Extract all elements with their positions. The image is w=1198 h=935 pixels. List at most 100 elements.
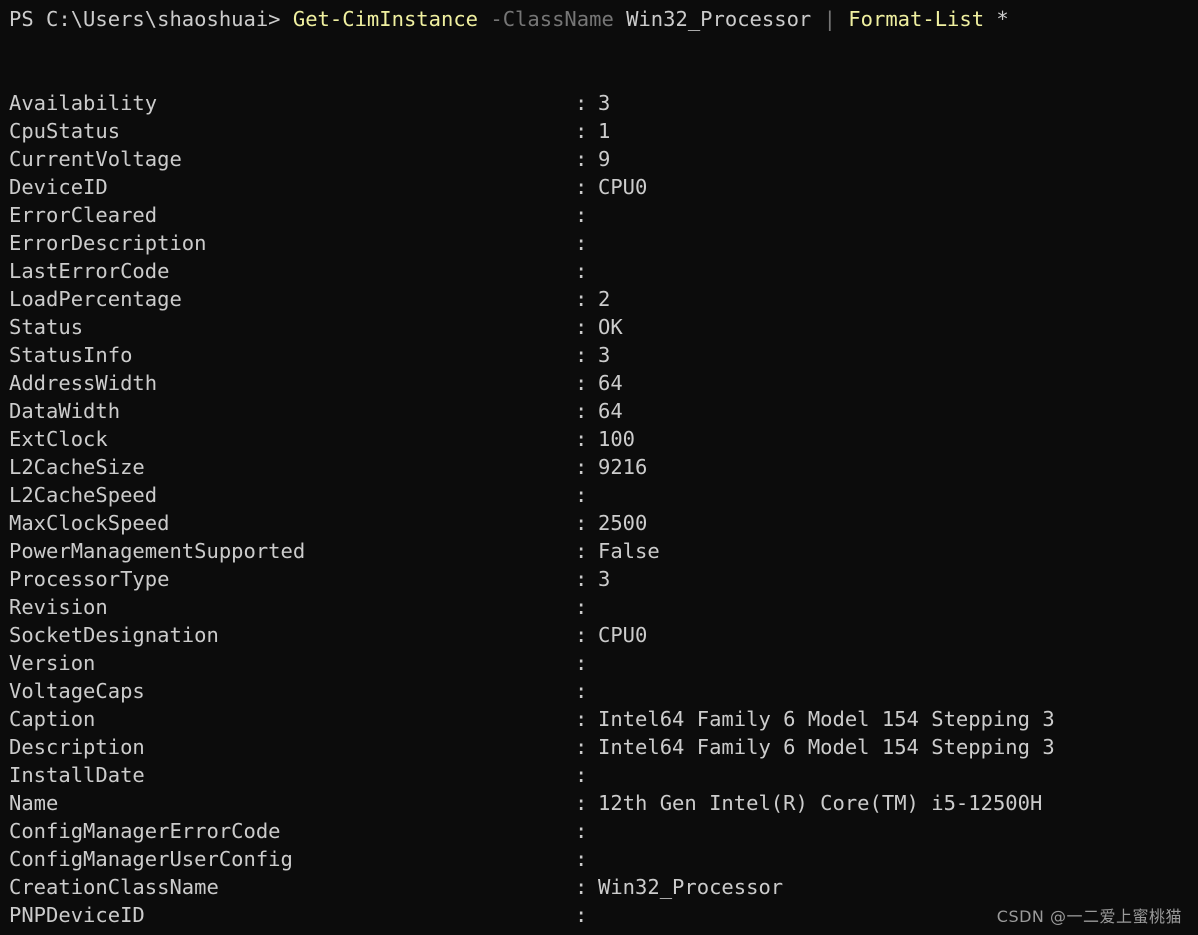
property-separator: : (575, 147, 588, 171)
property-row: ExtClock:100 (9, 425, 1198, 453)
property-name: SocketDesignation (9, 623, 219, 647)
prompt-space-5 (984, 7, 996, 31)
property-value: OK (598, 315, 623, 339)
property-name: LastErrorCode (9, 259, 170, 283)
property-value: 1 (598, 119, 611, 143)
property-separator: : (575, 91, 588, 115)
property-name: L2CacheSpeed (9, 483, 158, 507)
property-value: Intel64 Family 6 Model 154 Stepping 3 (598, 735, 1055, 759)
property-separator: : (575, 427, 588, 451)
property-name: ProcessorType (9, 567, 170, 591)
property-row: InstallDate: (9, 761, 1198, 789)
property-separator: : (575, 483, 588, 507)
property-separator: : (575, 175, 588, 199)
property-value: 2 (598, 287, 611, 311)
property-value: Intel64 Family 6 Model 154 Stepping 3 (598, 707, 1055, 731)
property-separator: : (575, 595, 588, 619)
property-row: LoadPercentage:2 (9, 285, 1198, 313)
property-row: Name:12th Gen Intel(R) Core(TM) i5-12500… (9, 789, 1198, 817)
property-name: MaxClockSpeed (9, 511, 170, 535)
property-separator: : (575, 567, 588, 591)
property-name: Availability (9, 91, 158, 115)
terminal-screen[interactable]: PS C:\Users\shaoshuai> Get-CimInstance -… (9, 5, 1198, 935)
property-row: DeviceID: CPU0 (9, 173, 1198, 201)
command-format-list: Format-List (848, 7, 985, 31)
property-row: DataWidth:64 (9, 397, 1198, 425)
property-separator: : (575, 539, 588, 563)
prompt-space-3 (811, 7, 823, 31)
prompt-space-1 (478, 7, 490, 31)
property-name: AddressWidth (9, 371, 158, 395)
property-value: Win32_Processor (598, 875, 784, 899)
property-name: Revision (9, 595, 108, 619)
property-separator: : (575, 119, 588, 143)
property-separator: : (575, 707, 588, 731)
property-separator: : (575, 511, 588, 535)
property-name: ErrorCleared (9, 203, 158, 227)
property-name: StatusInfo (9, 343, 133, 367)
property-separator: : (575, 455, 588, 479)
property-name: ErrorDescription (9, 231, 207, 255)
property-name: ExtClock (9, 427, 108, 451)
property-separator: : (575, 371, 588, 395)
property-row: ConfigManagerUserConfig: (9, 845, 1198, 873)
property-row: LastErrorCode: (9, 257, 1198, 285)
property-row: CurrentVoltage:9 (9, 145, 1198, 173)
property-separator: : (575, 735, 588, 759)
parameter-classname: -ClassName (490, 7, 614, 31)
property-value: 3 (598, 343, 611, 367)
csdn-watermark: CSDN @一二爱上蜜桃猫 (996, 907, 1182, 926)
property-row: Description: Intel64 Family 6 Model 154 S… (9, 733, 1198, 761)
property-separator: : (575, 791, 588, 815)
property-row: L2CacheSpeed: (9, 481, 1198, 509)
property-name: DataWidth (9, 399, 121, 423)
property-separator: : (575, 259, 588, 283)
prompt-prefix: PS C:\Users\shaoshuai> (9, 7, 293, 31)
property-value: CPU0 (598, 175, 648, 199)
prompt-space-4 (836, 7, 848, 31)
property-row: SocketDesignation: CPU0 (9, 621, 1198, 649)
property-separator: : (575, 651, 588, 675)
property-row: Caption: Intel64 Family 6 Model 154 Stepp… (9, 705, 1198, 733)
property-name: ConfigManagerErrorCode (9, 819, 281, 843)
property-separator: : (575, 399, 588, 423)
property-separator: : (575, 903, 588, 927)
property-row: Status: OK (9, 313, 1198, 341)
property-row: MaxClockSpeed:2500 (9, 509, 1198, 537)
property-row: AddressWidth:64 (9, 369, 1198, 397)
property-separator: : (575, 847, 588, 871)
property-separator: : (575, 875, 588, 899)
property-value: False (598, 539, 660, 563)
property-name: Description (9, 735, 145, 759)
property-value: 2500 (598, 511, 648, 535)
property-name: ConfigManagerUserConfig (9, 847, 293, 871)
powershell-terminal-window[interactable]: PS C:\Users\shaoshuai> Get-CimInstance -… (0, 0, 1198, 935)
property-name: Status (9, 315, 84, 339)
property-separator: : (575, 343, 588, 367)
property-value: 64 (598, 371, 623, 395)
property-separator: : (575, 315, 588, 339)
property-row: CreationClassName: Win32_Processor (9, 873, 1198, 901)
property-name: PowerManagementSupported (9, 539, 306, 563)
command-prompt-line[interactable]: PS C:\Users\shaoshuai> Get-CimInstance -… (9, 5, 1198, 33)
property-separator: : (575, 203, 588, 227)
property-row: Revision: (9, 593, 1198, 621)
argument-win32-processor: Win32_Processor (626, 7, 812, 31)
property-row: ErrorDescription: (9, 229, 1198, 257)
property-value: 9 (598, 147, 611, 171)
property-separator: : (575, 231, 588, 255)
property-row: ErrorCleared: (9, 201, 1198, 229)
property-list: Availability:3 CpuStatus:1 CurrentVoltage:… (9, 89, 1198, 929)
property-row: StatusInfo:3 (9, 341, 1198, 369)
property-separator: : (575, 287, 588, 311)
property-row: VoltageCaps: (9, 677, 1198, 705)
property-value: CPU0 (598, 623, 648, 647)
prompt-space-2 (614, 7, 626, 31)
argument-wildcard: * (996, 7, 1009, 31)
property-name: PNPDeviceID (9, 903, 145, 927)
property-row: ConfigManagerErrorCode: (9, 817, 1198, 845)
command-get-ciminstance: Get-CimInstance (292, 7, 479, 31)
property-name: L2CacheSize (9, 455, 145, 479)
